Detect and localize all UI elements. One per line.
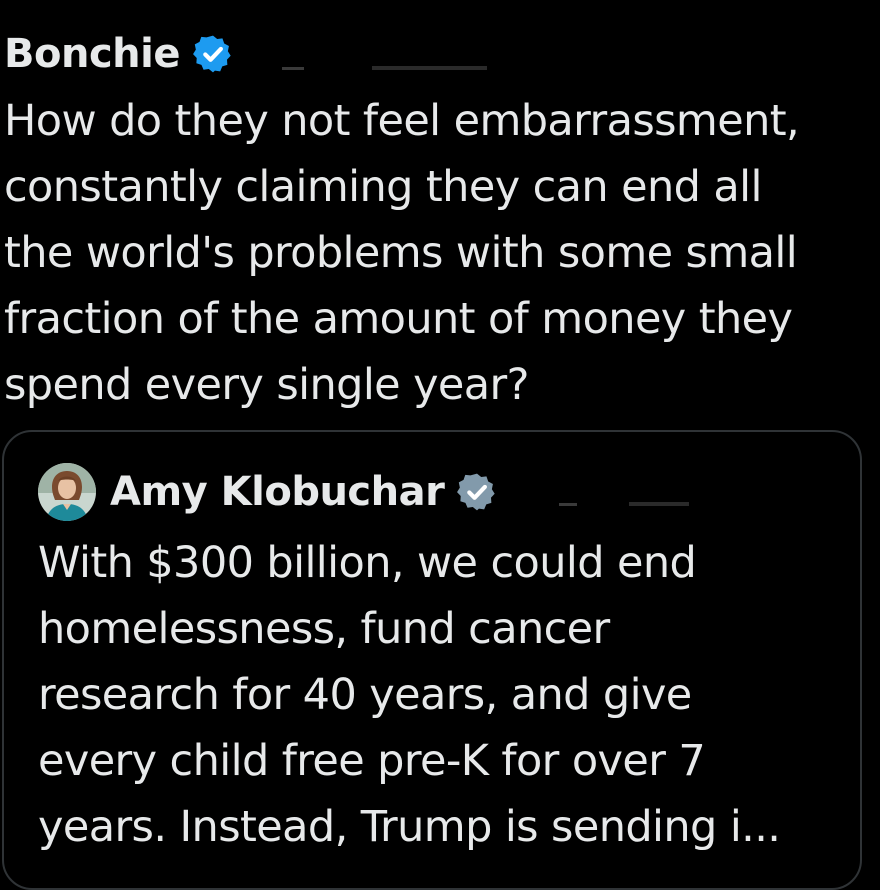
- author-name[interactable]: Bonchie: [4, 26, 180, 82]
- tweet-text: How do they not feel embarrassment, cons…: [4, 88, 874, 418]
- quoted-text-line: research for 40 years, and give: [38, 670, 692, 720]
- quoted-text-line: every child free pre-K for over 7: [38, 736, 706, 786]
- tweet-text-line: How do they not feel embarrassment,: [4, 96, 800, 146]
- redacted-handle: [559, 502, 689, 506]
- quoted-tweet-author-row: Amy Klobuchar: [38, 462, 498, 522]
- tweet-author-row: Bonchie: [4, 26, 234, 82]
- quoted-tweet-text: With $300 billion, we could end homeless…: [38, 530, 858, 860]
- quoted-tweet-card[interactable]: Amy Klobuchar With $300 billion, we coul…: [2, 430, 862, 890]
- verified-badge-icon[interactable]: [192, 33, 234, 75]
- government-verified-badge-icon[interactable]: [456, 471, 498, 513]
- tweet-text-line: the world's problems with some small: [4, 228, 798, 278]
- tweet-text-line: constantly claiming they can end all: [4, 162, 762, 212]
- quoted-text-line: years. Instead, Trump is sending i...: [38, 802, 781, 852]
- redacted-handle: [282, 66, 487, 70]
- avatar[interactable]: [38, 463, 96, 521]
- quoted-text-line: homelessness, fund cancer: [38, 604, 610, 654]
- tweet-text-line: fraction of the amount of money they: [4, 294, 793, 344]
- tweet-text-line: spend every single year?: [4, 360, 529, 410]
- quoted-text-line: With $300 billion, we could end: [38, 538, 697, 588]
- tweet[interactable]: Bonchie How do they not feel embarrassme…: [0, 0, 880, 890]
- quoted-author-name[interactable]: Amy Klobuchar: [110, 464, 445, 520]
